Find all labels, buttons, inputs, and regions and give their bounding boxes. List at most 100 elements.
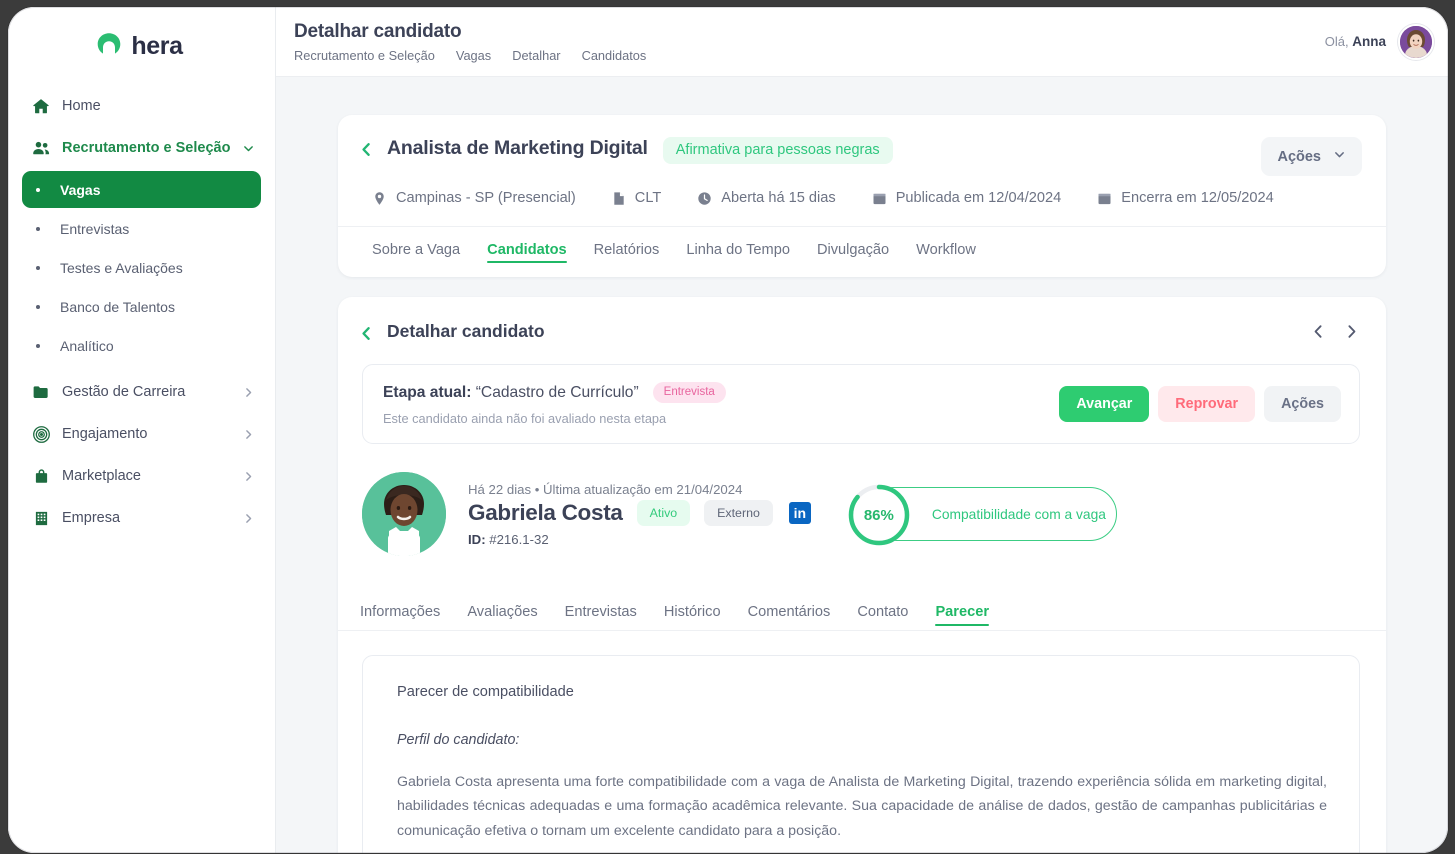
chevron-right-icon[interactable]: [242, 428, 255, 441]
candidate-photo: [362, 472, 446, 556]
parecer-subtitle: Perfil do candidato:: [397, 732, 1327, 748]
job-meta-location: Campinas - SP (Presencial): [372, 190, 576, 206]
job-meta-published: Publicada em 12/04/2024: [872, 190, 1062, 206]
target-icon: [28, 425, 54, 444]
sidebar-label: Banco de Talentos: [60, 299, 175, 315]
tab-workflow[interactable]: Workflow: [916, 242, 976, 263]
sidebar-item-testes[interactable]: Testes e Avaliações: [22, 249, 261, 286]
job-meta-text: Publicada em 12/04/2024: [896, 190, 1062, 206]
tab-parecer[interactable]: Parecer: [935, 604, 989, 630]
job-tabs: Sobre a Vaga Candidatos Relatórios Linha…: [338, 226, 1386, 277]
brand-name: hera: [131, 32, 182, 61]
tab-entrevistas[interactable]: Entrevistas: [565, 604, 637, 630]
stage-label-prefix: Etapa atual:: [383, 384, 471, 401]
breadcrumb-item[interactable]: Vagas: [456, 48, 491, 63]
sidebar-nav: Home Recrutamento e Seleção: [8, 85, 275, 539]
folder-icon: [28, 383, 54, 401]
tab-candidatos[interactable]: Candidatos: [487, 242, 566, 263]
job-title: Analista de Marketing Digital: [387, 137, 648, 160]
tab-divulgacao[interactable]: Divulgação: [817, 242, 889, 263]
stage-title: Etapa atual: “Cadastro de Currículo”: [383, 384, 639, 402]
candidate-header: Detalhar candidato: [338, 297, 1386, 342]
chevron-down-icon[interactable]: [242, 142, 255, 155]
tab-contato[interactable]: Contato: [857, 604, 908, 630]
tab-linha-do-tempo[interactable]: Linha do Tempo: [686, 242, 790, 263]
stage-actions-button[interactable]: Ações: [1264, 386, 1341, 422]
page-header: Detalhar candidato Recrutamento e Seleçã…: [276, 20, 646, 63]
compatibility-percent: 86%: [846, 482, 912, 548]
bullet-icon: [36, 344, 40, 348]
bullet-icon: [36, 188, 40, 192]
stage-subtitle: Este candidato ainda não foi avaliado ne…: [383, 411, 726, 426]
sidebar-label: Empresa: [62, 510, 120, 526]
linkedin-icon[interactable]: in: [789, 502, 811, 524]
candidate-tabs: Informações Avaliações Entrevistas Histó…: [338, 578, 1386, 631]
sidebar-item-vagas[interactable]: Vagas: [22, 171, 261, 208]
sidebar: hera Home: [8, 7, 276, 853]
job-meta-text: Campinas - SP (Presencial): [396, 190, 576, 206]
affirmative-tag: Afirmativa para pessoas negras: [663, 137, 893, 164]
candidate-name: Gabriela Costa: [468, 500, 623, 526]
avatar[interactable]: [1398, 24, 1434, 60]
tab-avaliacoes[interactable]: Avaliações: [467, 604, 537, 630]
separator-dot: •: [535, 482, 540, 497]
tab-comentarios[interactable]: Comentários: [748, 604, 831, 630]
sidebar-label: Entrevistas: [60, 221, 129, 237]
location-pin-icon: [372, 191, 387, 206]
advance-button[interactable]: Avançar: [1059, 386, 1149, 422]
reject-button[interactable]: Reprovar: [1158, 386, 1255, 422]
breadcrumb-item[interactable]: Detalhar: [512, 48, 560, 63]
compatibility-badge: 86% Compatibilidade com a vaga: [855, 487, 1117, 541]
sidebar-item-entrevistas[interactable]: Entrevistas: [22, 210, 261, 247]
job-meta-text: CLT: [635, 190, 662, 206]
status-badge-ativo: Ativo: [637, 500, 691, 526]
chevron-right-icon[interactable]: [242, 512, 255, 525]
app-window: hera Home: [8, 7, 1448, 853]
brand-logo[interactable]: hera: [8, 7, 275, 85]
stage-text-group: Etapa atual: “Cadastro de Currículo” Ent…: [383, 382, 726, 426]
sidebar-item-analitico[interactable]: Analítico: [22, 327, 261, 364]
bullet-icon: [36, 305, 40, 309]
chevron-right-icon[interactable]: [242, 386, 255, 399]
chevron-left-icon[interactable]: [358, 141, 375, 158]
tab-sobre-a-vaga[interactable]: Sobre a Vaga: [372, 242, 460, 263]
sidebar-item-empresa[interactable]: Empresa: [22, 497, 261, 539]
candidate-card: Detalhar candidato Etapa atual: “Cad: [338, 297, 1386, 853]
job-card: Analista de Marketing Digital Afirmativa…: [338, 115, 1386, 277]
next-candidate-icon[interactable]: [1343, 323, 1360, 340]
user-area: Olá, Anna: [1325, 24, 1448, 60]
job-header: Analista de Marketing Digital Afirmativa…: [338, 115, 1386, 176]
parecer-panel: Parecer de compatibilidade Perfil do can…: [362, 655, 1360, 853]
sidebar-item-recrutamento[interactable]: Recrutamento e Seleção: [22, 127, 261, 169]
document-icon: [612, 191, 626, 206]
job-actions-button[interactable]: Ações: [1261, 137, 1362, 176]
sidebar-item-engajamento[interactable]: Engajamento: [22, 413, 261, 455]
sidebar-item-gestao-carreira[interactable]: Gestão de Carreira: [22, 371, 261, 413]
top-bar: Detalhar candidato Recrutamento e Seleçã…: [276, 7, 1448, 77]
sidebar-item-home[interactable]: Home: [22, 85, 261, 127]
sidebar-label: Engajamento: [62, 426, 147, 442]
breadcrumb-item[interactable]: Recrutamento e Seleção: [294, 48, 435, 63]
stage-actions: Avançar Reprovar Ações: [1059, 386, 1341, 422]
chevron-right-icon[interactable]: [242, 470, 255, 483]
chevron-left-icon[interactable]: [358, 325, 375, 342]
sidebar-item-banco-talentos[interactable]: Banco de Talentos: [22, 288, 261, 325]
sidebar-item-marketplace[interactable]: Marketplace: [22, 455, 261, 497]
greeting: Olá, Anna: [1325, 34, 1386, 49]
sidebar-label: Vagas: [60, 182, 100, 198]
calendar-icon: [1097, 191, 1112, 206]
current-stage-box: Etapa atual: “Cadastro de Currículo” Ent…: [362, 364, 1360, 444]
job-meta-closing: Encerra em 12/05/2024: [1097, 190, 1274, 206]
status-badge-externo: Externo: [704, 500, 773, 526]
sidebar-label: Gestão de Carreira: [62, 384, 185, 400]
hera-logo-icon: [94, 31, 124, 61]
job-meta-text: Aberta há 15 dias: [721, 190, 835, 206]
job-meta-open-days: Aberta há 15 dias: [697, 190, 835, 206]
tab-relatorios[interactable]: Relatórios: [594, 242, 660, 263]
candidate-last-update: Última atualização em 21/04/2024: [543, 482, 742, 497]
tab-informacoes[interactable]: Informações: [360, 604, 440, 630]
prev-candidate-icon[interactable]: [1310, 323, 1327, 340]
breadcrumb-item[interactable]: Candidatos: [582, 48, 647, 63]
tab-historico[interactable]: Histórico: [664, 604, 721, 630]
sidebar-label: Analítico: [60, 338, 114, 354]
